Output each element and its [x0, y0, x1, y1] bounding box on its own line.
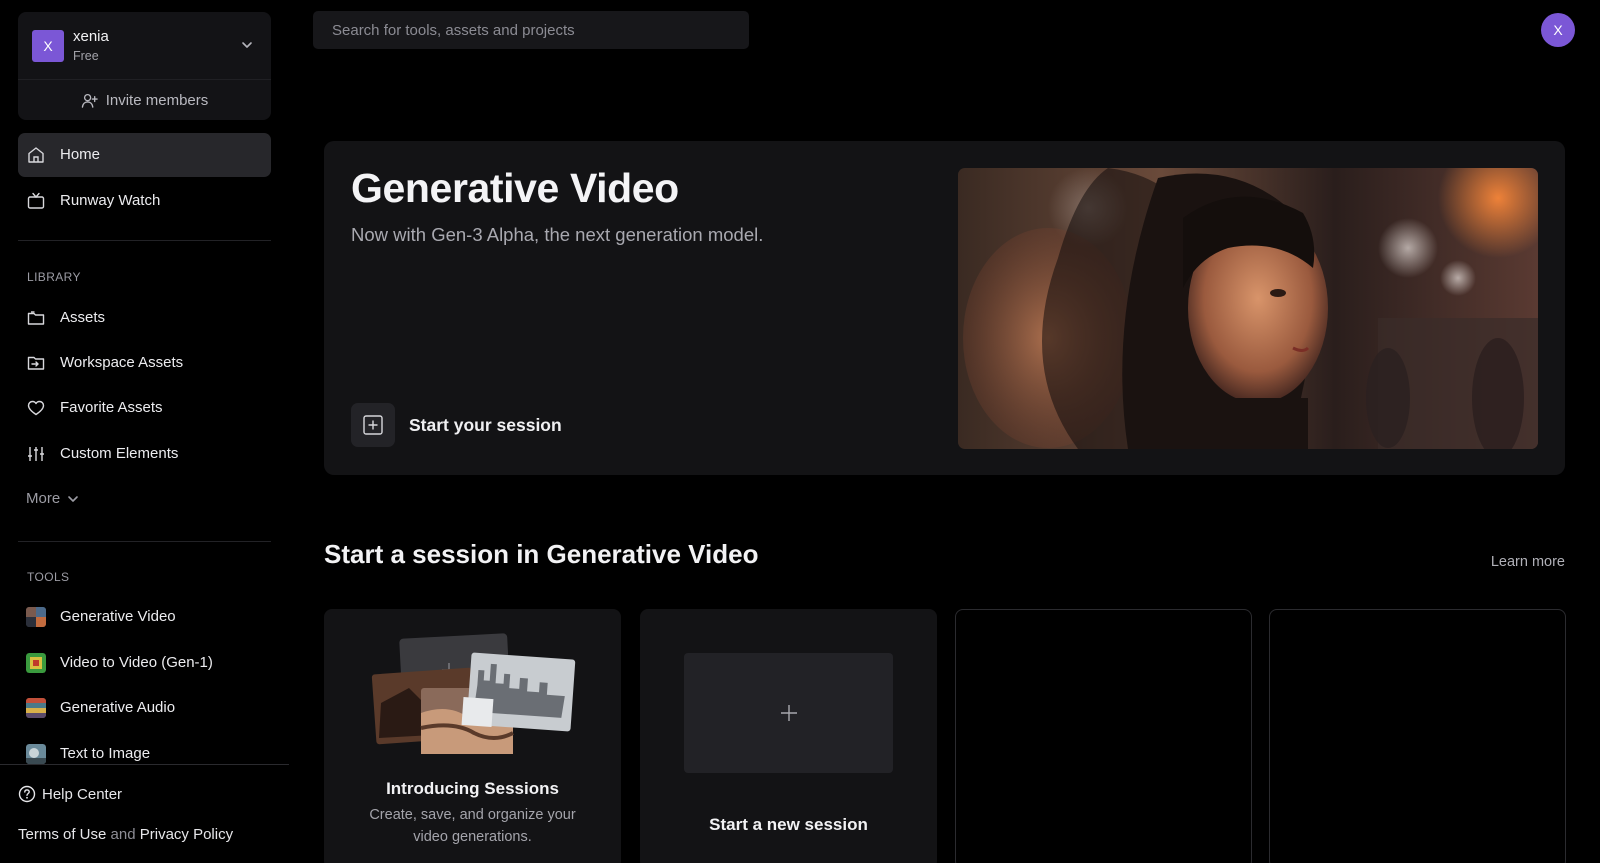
intro-sessions-desc-line1: Create, save, and organize your	[369, 807, 576, 823]
legal-links: Terms of Use and Privacy Policy	[18, 826, 233, 843]
sidebar-divider	[18, 541, 271, 542]
app-root: X xenia Free Invite members Home Runway …	[0, 0, 1600, 863]
session-card-placeholder	[955, 609, 1252, 863]
sidebar-item-workspace-assets[interactable]: Workspace Assets	[18, 341, 271, 385]
hero-video-preview[interactable]	[958, 168, 1538, 449]
sessions-illustration	[371, 633, 576, 754]
tv-icon	[26, 191, 46, 211]
home-icon	[26, 145, 46, 165]
sidebar-item-label: Generative Video	[60, 608, 176, 625]
help-circle-icon	[18, 785, 36, 803]
chevron-down-icon	[68, 495, 78, 502]
hero-subtitle: Now with Gen-3 Alpha, the next generatio…	[351, 224, 764, 245]
folder-import-icon	[26, 353, 46, 373]
generative-audio-thumbnail	[26, 698, 46, 718]
sidebar-item-generative-audio[interactable]: Generative Audio	[18, 686, 271, 730]
video-to-video-thumbnail	[26, 653, 46, 673]
sidebar-item-label: Video to Video (Gen-1)	[60, 654, 213, 671]
sidebar-item-custom-elements[interactable]: Custom Elements	[18, 432, 271, 476]
library-heading: LIBRARY	[27, 270, 81, 284]
user-plus-icon	[81, 93, 98, 108]
help-center-link[interactable]: Help Center	[18, 785, 122, 803]
intro-sessions-title: Introducing Sessions	[386, 779, 559, 798]
sidebar-item-generative-video[interactable]: Generative Video	[18, 595, 271, 639]
account-name: xenia	[73, 28, 109, 45]
sliders-icon	[26, 444, 46, 464]
account-switcher[interactable]: X xenia Free	[18, 12, 271, 80]
new-session-placeholder	[684, 653, 893, 773]
heart-icon	[26, 398, 46, 418]
invite-members-label: Invite members	[105, 91, 209, 109]
account-avatar: X	[32, 30, 64, 62]
plus-square-icon	[351, 403, 395, 447]
chevron-down-icon	[242, 42, 252, 48]
privacy-policy-link[interactable]: Privacy Policy	[140, 826, 233, 843]
sidebar-item-assets[interactable]: Assets	[18, 296, 271, 340]
more-label: More	[26, 490, 61, 507]
sidebar-item-favorite-assets[interactable]: Favorite Assets	[18, 386, 271, 430]
account-plan: Free	[73, 49, 99, 63]
introducing-sessions-card[interactable]: Introducing Sessions Create, save, and o…	[324, 609, 621, 863]
sidebar-item-label: Favorite Assets	[60, 399, 163, 416]
account-card: X xenia Free Invite members	[18, 12, 271, 120]
terms-of-use-link[interactable]: Terms of Use	[18, 826, 106, 843]
hero-title: Generative Video	[351, 165, 679, 211]
user-avatar[interactable]: X	[1541, 13, 1575, 47]
start-your-session-label: Start your session	[409, 414, 562, 435]
generative-video-thumbnail	[26, 607, 46, 627]
sidebar-item-text-to-image[interactable]: Text to Image	[18, 732, 271, 776]
sidebar-item-label: Custom Elements	[60, 445, 179, 462]
sidebar: X xenia Free Invite members Home Runway …	[0, 0, 289, 863]
help-center-label: Help Center	[42, 785, 123, 803]
sidebar-item-runway-watch[interactable]: Runway Watch	[18, 179, 271, 223]
start-your-session-button[interactable]: Start your session	[351, 403, 562, 447]
text-to-image-thumbnail	[26, 744, 46, 764]
new-session-card[interactable]: Start a new session	[640, 609, 937, 863]
session-card-placeholder	[1269, 609, 1566, 863]
plus-icon	[780, 705, 797, 721]
learn-more-link[interactable]: Learn more	[1491, 554, 1565, 570]
folder-icon	[26, 308, 46, 328]
sidebar-item-label: Home	[60, 146, 101, 163]
invite-members-button[interactable]: Invite members	[18, 80, 271, 120]
search-input[interactable]	[313, 11, 749, 49]
sidebar-item-label: Assets	[60, 309, 106, 326]
hero-banner: Generative Video Now with Gen-3 Alpha, t…	[324, 141, 1565, 475]
sidebar-item-label: Generative Audio	[60, 699, 176, 716]
sidebar-divider	[18, 240, 271, 241]
legal-and-text: and	[110, 826, 136, 843]
new-session-label: Start a new session	[709, 815, 868, 834]
sidebar-item-label: Runway Watch	[60, 192, 161, 209]
sessions-section-title: Start a session in Generative Video	[324, 539, 759, 569]
sidebar-item-label: Workspace Assets	[60, 354, 184, 371]
sidebar-item-video-to-video[interactable]: Video to Video (Gen-1)	[18, 641, 271, 685]
sidebar-item-label: Text to Image	[60, 745, 151, 762]
tools-heading: TOOLS	[27, 570, 70, 584]
sidebar-footer-divider	[0, 764, 289, 765]
intro-sessions-desc-line2: video generations.	[413, 829, 532, 845]
sidebar-item-home[interactable]: Home	[18, 133, 271, 177]
library-more-toggle[interactable]: More	[26, 490, 80, 507]
